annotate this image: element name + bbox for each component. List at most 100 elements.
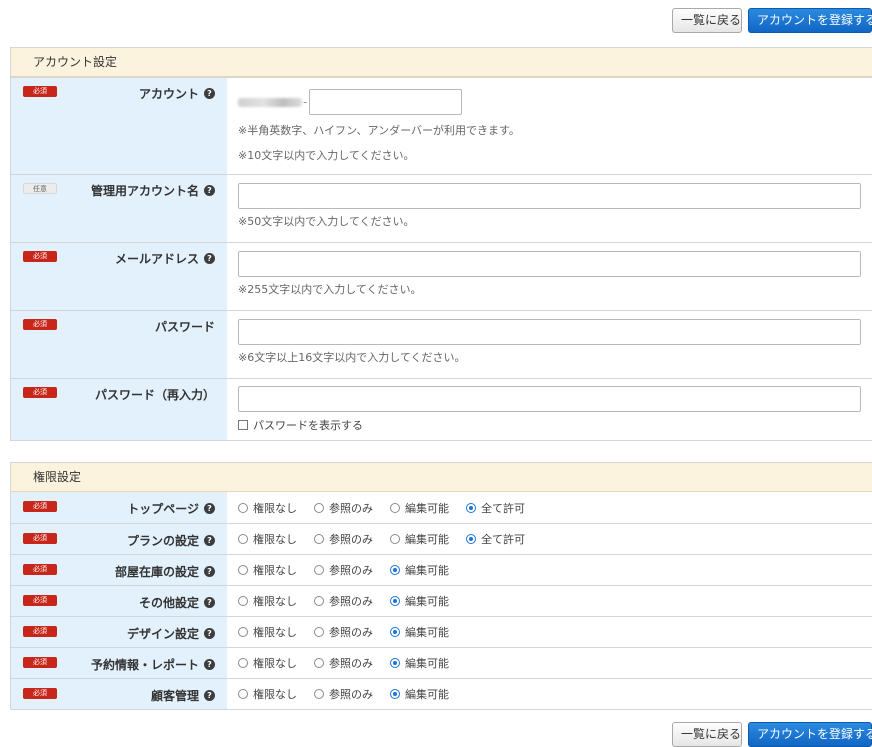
- permission-row: 必須 顧客管理? 権限なし 参照のみ 編集可能: [11, 678, 872, 709]
- show-password-checkbox[interactable]: [238, 420, 248, 430]
- permission-option[interactable]: 参照のみ: [314, 531, 373, 547]
- required-badge: 必須: [23, 626, 57, 637]
- permission-option[interactable]: 権限なし: [238, 531, 297, 547]
- password-confirm-input[interactable]: [238, 386, 861, 412]
- option-label: 参照のみ: [329, 688, 373, 701]
- permission-label: トップページ: [127, 502, 199, 516]
- radio-button[interactable]: [238, 565, 248, 575]
- radio-button[interactable]: [238, 658, 248, 668]
- radio-button[interactable]: [238, 534, 248, 544]
- permission-option[interactable]: 権限なし: [238, 593, 297, 609]
- permission-option[interactable]: 参照のみ: [314, 500, 373, 516]
- radio-button[interactable]: [314, 658, 324, 668]
- option-label: 編集可能: [405, 626, 449, 639]
- question-circle-icon[interactable]: ?: [204, 185, 215, 196]
- question-circle-icon[interactable]: ?: [204, 690, 215, 701]
- account-id-input[interactable]: [309, 89, 463, 115]
- question-circle-icon[interactable]: ?: [204, 535, 215, 546]
- radio-button[interactable]: [390, 502, 400, 513]
- permission-option[interactable]: 全て許可: [466, 500, 525, 516]
- permission-option[interactable]: 全て許可: [466, 531, 525, 547]
- field-label: アカウント: [138, 87, 199, 101]
- option-label: 編集可能: [405, 657, 449, 670]
- required-badge: 必須: [23, 86, 57, 97]
- radio-button[interactable]: [390, 658, 400, 668]
- radio-button[interactable]: [238, 596, 248, 606]
- question-circle-icon[interactable]: ?: [204, 659, 215, 670]
- option-label: 権限なし: [253, 626, 297, 639]
- permission-option[interactable]: 編集可能: [390, 593, 449, 609]
- question-circle-icon[interactable]: ?: [204, 597, 215, 608]
- radio-button[interactable]: [238, 502, 248, 513]
- permission-option[interactable]: 参照のみ: [314, 593, 373, 609]
- radio-button[interactable]: [314, 502, 324, 513]
- option-label: 権限なし: [253, 688, 297, 701]
- radio-button[interactable]: [314, 534, 324, 544]
- admin-account-name-input[interactable]: [238, 183, 861, 209]
- permission-option[interactable]: 参照のみ: [314, 624, 373, 640]
- radio-button[interactable]: [466, 534, 476, 544]
- option-label: 参照のみ: [329, 533, 373, 546]
- permission-option[interactable]: 権限なし: [238, 500, 297, 516]
- email-input[interactable]: [238, 251, 861, 277]
- permission-option[interactable]: 編集可能: [390, 500, 449, 516]
- back-to-list-button[interactable]: 一覧に戻る: [672, 8, 742, 33]
- radio-button[interactable]: [390, 565, 400, 575]
- permission-row: 必須 予約情報・レポート? 権限なし 参照のみ 編集可能: [11, 647, 872, 678]
- radio-button[interactable]: [238, 627, 248, 637]
- question-circle-icon[interactable]: ?: [204, 253, 215, 264]
- radio-button[interactable]: [390, 596, 400, 606]
- question-circle-icon[interactable]: ?: [204, 628, 215, 639]
- radio-button[interactable]: [314, 627, 324, 637]
- permission-label: 部屋在庫の設定: [114, 565, 199, 579]
- permission-option[interactable]: 編集可能: [390, 655, 449, 671]
- section-title: アカウント設定: [11, 48, 872, 77]
- permission-option[interactable]: 編集可能: [390, 562, 449, 578]
- permission-option[interactable]: 参照のみ: [314, 562, 373, 578]
- permission-label: 顧客管理: [150, 689, 199, 703]
- required-badge: 必須: [23, 657, 57, 668]
- permission-option[interactable]: 権限なし: [238, 562, 297, 578]
- radio-button[interactable]: [466, 502, 476, 513]
- required-badge: 必須: [23, 533, 57, 544]
- back-to-list-button[interactable]: 一覧に戻る: [672, 722, 742, 747]
- question-circle-icon[interactable]: ?: [204, 88, 215, 99]
- permission-option[interactable]: 編集可能: [390, 686, 449, 702]
- question-circle-icon[interactable]: ?: [204, 566, 215, 577]
- permission-option[interactable]: 権限なし: [238, 686, 297, 702]
- optional-badge: 任意: [23, 183, 57, 194]
- permission-option[interactable]: 参照のみ: [314, 655, 373, 671]
- option-label: 全て許可: [481, 501, 525, 515]
- radio-button[interactable]: [314, 596, 324, 606]
- permission-option[interactable]: 権限なし: [238, 655, 297, 671]
- show-password-toggle[interactable]: パスワードを表示する: [238, 417, 861, 433]
- question-circle-icon[interactable]: ?: [204, 503, 215, 514]
- radio-button[interactable]: [390, 689, 400, 699]
- required-badge: 必須: [23, 501, 57, 512]
- hint-text: ※255文字以内で入力してください。: [238, 283, 422, 296]
- register-account-button[interactable]: アカウントを登録する: [748, 722, 872, 747]
- permission-settings-section: 権限設定 必須 トップページ? 権限なし 参照のみ 編集可能 全て許可 必須 プランの設定? 権…: [10, 462, 872, 710]
- account-settings-section: アカウント設定 必須 アカウント ? - ※半角英数字、ハイフン、アンダーバーが…: [10, 47, 872, 441]
- permission-radio-group: 権限なし 参照のみ 編集可能: [238, 648, 861, 678]
- radio-button[interactable]: [390, 627, 400, 637]
- password-input[interactable]: [238, 319, 861, 345]
- radio-button[interactable]: [238, 689, 248, 699]
- permission-radio-group: 権限なし 参照のみ 編集可能: [238, 617, 861, 647]
- permission-option[interactable]: 編集可能: [390, 624, 449, 640]
- register-account-button[interactable]: アカウントを登録する: [748, 8, 872, 33]
- option-label: 編集可能: [405, 533, 449, 546]
- permission-row: 必須 トップページ? 権限なし 参照のみ 編集可能 全て許可: [11, 492, 872, 523]
- permission-option[interactable]: 参照のみ: [314, 686, 373, 702]
- radio-button[interactable]: [390, 534, 400, 544]
- permission-label: 予約情報・レポート: [90, 658, 199, 672]
- radio-button[interactable]: [314, 689, 324, 699]
- permission-label: その他設定: [138, 596, 199, 610]
- admin-name-row: 任意 管理用アカウント名 ? ※50文字以内で入力してください。: [11, 174, 872, 242]
- required-badge: 必須: [23, 319, 57, 330]
- section-title: 権限設定: [11, 463, 872, 492]
- option-label: 編集可能: [405, 595, 449, 608]
- radio-button[interactable]: [314, 565, 324, 575]
- permission-option[interactable]: 権限なし: [238, 624, 297, 640]
- permission-option[interactable]: 編集可能: [390, 531, 449, 547]
